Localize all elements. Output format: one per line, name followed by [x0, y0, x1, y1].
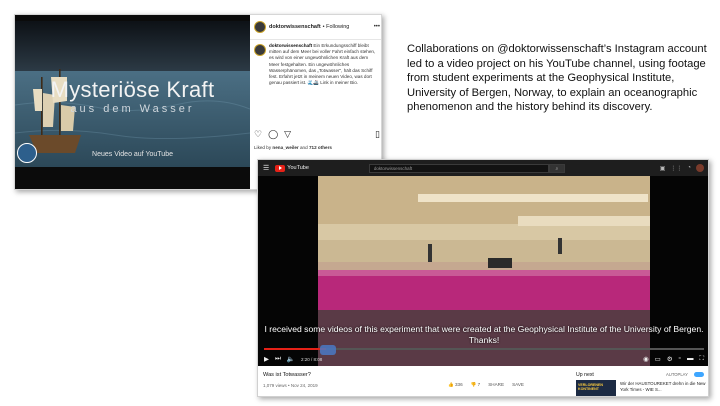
time-display: 2:20 / 8:08	[300, 356, 323, 362]
settings-icon[interactable]: ⚙	[667, 355, 673, 363]
video-stats: 👍 336 👎 7 SHARE SAVE	[448, 382, 524, 388]
next-video-thumbnail[interactable]: VERLORENEN KONTINENT	[576, 380, 616, 396]
youtube-brand[interactable]: YouTube	[287, 165, 309, 171]
youtube-logo-icon[interactable]	[275, 164, 286, 172]
like-count: 336	[455, 382, 463, 387]
miniplayer-icon[interactable]: ▫	[679, 355, 681, 363]
video-footer: Neues Video auf YouTube	[92, 151, 173, 158]
tagged-user-icon[interactable]	[17, 143, 37, 163]
dislike-button[interactable]: 👎 7	[471, 382, 481, 388]
share-button[interactable]: SHARE	[488, 382, 504, 388]
post-caption: doktorwissenschaft Ein Erkundungsschiff …	[254, 43, 378, 86]
video-info: Was ist Totwasser? 1,079 views • Nov 24,…	[258, 366, 708, 396]
next-icon[interactable]: ⏭	[275, 355, 281, 363]
menu-icon[interactable]: ☰	[263, 164, 269, 172]
video-title: Was ist Totwasser?	[263, 372, 311, 378]
liked-by: Liked by nena_weiler and 712 others	[254, 145, 332, 150]
youtube-topbar: ☰ YouTube doktorwissenschaft ⌕ ▣ ⋮⋮ ◔	[258, 160, 708, 176]
theater-icon[interactable]: ▬	[687, 355, 694, 363]
notifications-icon[interactable]: ◔	[687, 165, 691, 171]
divider	[250, 39, 381, 40]
search-input[interactable]: doktorwissenschaft	[368, 163, 549, 173]
liked-prefix: Liked by	[254, 145, 272, 150]
like-button[interactable]: 👍 336	[448, 382, 463, 388]
create-video-icon[interactable]: ▣	[660, 165, 666, 172]
liked-others-link[interactable]: 712 others	[309, 145, 332, 150]
heart-icon[interactable]: ♡	[254, 129, 262, 140]
subtitle-line-1: I received some videos of this experimen…	[264, 324, 704, 334]
username-link[interactable]: doktorwissenschaft	[269, 24, 321, 30]
caption-username[interactable]: doktorwissenschaft	[269, 43, 312, 48]
progress-fill	[264, 348, 326, 350]
caption-text: Ein Erkundungsschiff bleibt mitten auf d…	[269, 43, 376, 86]
more-options-icon[interactable]: •••	[374, 24, 380, 30]
video-subtitle: aus dem Wasser	[70, 103, 195, 115]
player-controls: ▶ ⏭ 🔈 2:20 / 8:08 ◉ ▭ ⚙ ▫ ▬ ⛶	[264, 354, 704, 364]
post-header: doktorwissenschaft • Following •••	[254, 19, 380, 35]
volume-icon[interactable]: 🔈	[287, 355, 295, 363]
autoplay-icon[interactable]: ◉	[643, 355, 649, 363]
next-video-badge: VERLORENEN KONTINENT	[578, 383, 603, 392]
next-video-title[interactable]: Wir der HAUSTOUREKET drehn in die New Yo…	[620, 381, 706, 392]
fullscreen-icon[interactable]: ⛶	[699, 355, 704, 363]
caption-avatar[interactable]	[254, 44, 266, 56]
bookmark-icon[interactable]: ▯	[375, 129, 380, 140]
instagram-video[interactable]: Mysteriöse Kraft aus dem Wasser Neues Vi…	[15, 15, 250, 189]
following-status[interactable]: • Following	[323, 24, 350, 30]
video-meta: 1,079 views • Nov 24, 2019	[263, 383, 318, 388]
comment-icon[interactable]: ◯	[268, 129, 278, 140]
play-icon[interactable]: ▶	[264, 355, 269, 363]
liked-user-link[interactable]: nena_weiler	[272, 145, 298, 150]
save-button[interactable]: SAVE	[512, 382, 524, 388]
avatar[interactable]	[254, 21, 266, 33]
avatar[interactable]	[696, 164, 704, 172]
video-player[interactable]: I received some videos of this experimen…	[258, 176, 708, 366]
up-next-label: Up next	[576, 372, 594, 378]
captions-icon[interactable]: ▭	[655, 355, 661, 363]
apps-icon[interactable]: ⋮⋮	[670, 165, 682, 172]
post-actions: ♡ ◯ ▽ ▯	[254, 128, 380, 140]
search-icon[interactable]: ⌕	[548, 163, 565, 173]
autoplay-toggle[interactable]	[694, 372, 704, 377]
dislike-count: 7	[477, 382, 481, 387]
video-title: Mysteriöse Kraft	[50, 77, 215, 102]
youtube-screenshot: ☰ YouTube doktorwissenschaft ⌕ ▣ ⋮⋮ ◔ I …	[257, 159, 709, 397]
share-icon[interactable]: ▽	[284, 129, 291, 140]
autoplay-label: AUTOPLAY	[666, 372, 688, 377]
liked-and: and	[300, 145, 308, 150]
description-text: Collaborations on @doktorwissenschaft’s …	[407, 43, 707, 114]
